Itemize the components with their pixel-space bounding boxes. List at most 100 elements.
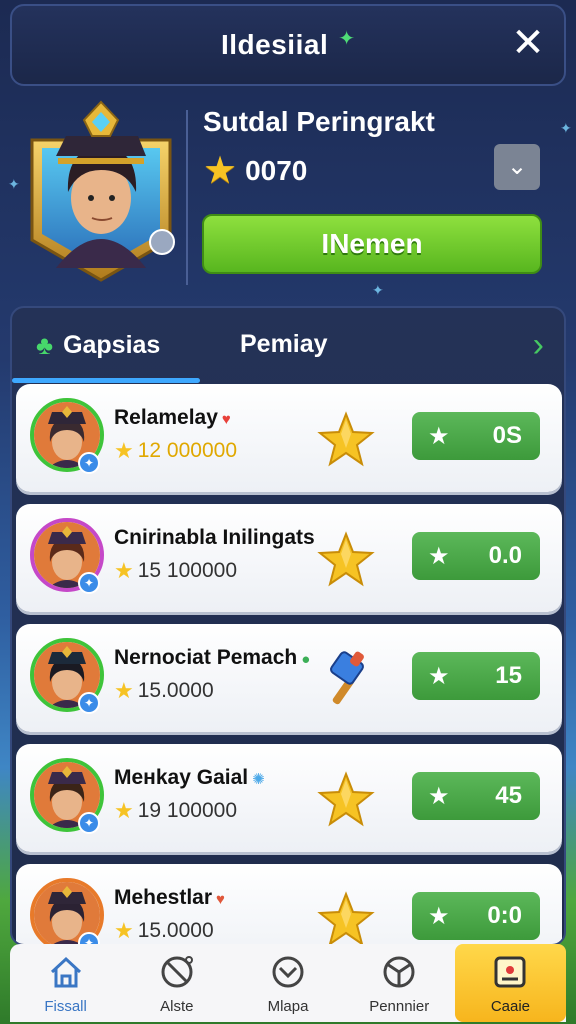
star-icon: ★ [114,798,134,823]
star-icon: ★ [114,558,134,583]
player-row[interactable]: ✦ Cnirinabla Inilingats ★ 15 100000 ★ 0.… [16,504,562,612]
player-name-text: Meнkay Gaial [114,766,249,789]
status-icon: ● [301,651,311,668]
row-action-button[interactable]: ★ 0S [412,412,540,460]
profile-score: ★ 0070 [203,152,307,190]
player-score: ★ 15 100000 [114,558,237,584]
map-icon [232,954,343,994]
row-action-button[interactable]: ★ 45 [412,772,540,820]
player-badge-icon: ✦ [78,452,100,474]
player-score: ★ 15.0000 [114,918,214,944]
nav-item-fissall[interactable]: Fissall [10,944,121,1022]
player-score: ★ 15.0000 [114,678,214,704]
tab-label: Gapsias [63,331,161,359]
player-name-text: Cnirinabla Inilingats [114,526,315,549]
sparkle-icon: ✦ [560,120,572,136]
nav-item-mlapa[interactable]: Mlapa [232,944,343,1022]
gold-star-icon [316,410,376,470]
star-icon: ★ [114,918,134,943]
player-name-text: Relamelay [114,406,218,429]
player-score-value: 12 000000 [137,439,238,462]
nav-item-pennnier[interactable]: Pennnier [344,944,455,1022]
nav-label: Mlapa [267,998,309,1015]
player-name-text: Mehestlar [114,886,213,909]
gold-star-icon [316,890,376,944]
shop-icon [455,954,566,994]
nav-item-caaie[interactable]: Caaie [454,944,567,1022]
tab-gapsias[interactable]: ♣ Gapsias [36,330,160,361]
nav-label: Fissall [44,998,87,1015]
player-name: Mehestlar ♥ [114,886,225,910]
player-row[interactable]: ✦ Mehestlar ♥ ★ 15.0000 ★ 0:0 [16,864,562,944]
player-badge-icon: ✦ [78,812,100,834]
star-icon: ★ [428,422,450,450]
primary-action-button[interactable]: INemen [202,214,542,274]
profile-name: Sutdal Peringrakt [203,106,435,137]
player-score-value: 19 100000 [137,799,238,822]
star-icon: ★ [114,438,134,463]
bottom-navigation: Fissall Alste Mlapa Pennnier Caaie [10,944,567,1022]
player-row[interactable]: ✦ Nernociat Pemach ● ★ 15.0000 ★ 15 [16,624,562,732]
nav-label: Caaie [490,998,531,1015]
status-icon: ♥ [216,891,225,908]
player-row[interactable]: ✦ Relamelay ♥ ★ 12 000000 ★ 0S [16,384,562,492]
row-action-button[interactable]: ★ 0.0 [412,532,540,580]
sparkle-icon: ✦ [8,176,20,192]
page-title: Ildesiial [221,29,329,60]
chevron-down-icon: ⌄ [506,153,528,180]
star-icon: ★ [428,782,450,810]
dropdown-button[interactable]: ⌄ [494,144,540,190]
player-score-value: 15.0000 [137,919,214,942]
status-icon: ♥ [221,411,231,428]
row-action-value: 0:0 [487,902,522,929]
star-icon: ★ [428,542,450,570]
player-name: Cnirinabla Inilingats [114,526,319,550]
close-button[interactable]: ✕ [508,23,548,64]
active-tab-indicator [12,378,200,383]
tab-bar: ♣ Gapsias Pemiay › [12,308,564,384]
home-icon [10,954,121,994]
star-icon: ★ [203,150,238,192]
sparkle-icon: ✦ [372,282,384,298]
player-score-value: 15.0000 [137,679,214,702]
player-name: Nernociat Pemach ● [114,646,310,670]
star-icon: ★ [114,678,134,703]
player-name-text: Nernociat Pemach [114,646,298,669]
row-action-button[interactable]: ★ 15 [412,652,540,700]
row-action-value: 0S [492,422,522,449]
ban-icon [121,954,232,994]
gold-star-icon [316,530,376,590]
gold-star-icon [316,770,376,830]
player-score: ★ 12 000000 [114,438,237,464]
player-name: Relamelay ♥ [114,406,231,430]
hero-portrait-icon [30,100,175,282]
tab-pemiay[interactable]: Pemiay [240,330,328,359]
row-action-value: 15 [495,662,522,689]
player-badge-icon: ✦ [78,692,100,714]
nav-label: Alste [160,998,194,1015]
leaderboard-panel: ♣ Gapsias Pemiay › ✦ Relamelay ♥ ★ 12 000… [10,306,566,946]
nav-label: Pennnier [369,998,430,1015]
green-creature-icon: ♣ [36,330,54,360]
player-score-value: 15 100000 [137,559,238,582]
row-action-button[interactable]: ★ 0:0 [412,892,540,940]
player-name: Meнkay Gaial ✺ [114,766,265,790]
green-gem-icon: ✦ [338,27,355,50]
chevron-right-icon[interactable]: › [533,326,544,365]
score-value: 0070 [245,155,308,186]
row-action-value: 45 [495,782,522,809]
star-icon: ★ [428,902,450,930]
tab-label: Pemiay [240,330,328,358]
player-score: ★ 19 100000 [114,798,237,824]
profile-avatar[interactable] [26,100,176,285]
star-icon: ★ [428,662,450,690]
top-header: Ildesiial ✦ ✕ [10,4,566,86]
profile-divider [186,110,188,285]
player-badge-icon: ✦ [78,572,100,594]
row-action-value: 0.0 [488,542,522,569]
hammer-icon [316,650,376,710]
shield-icon [344,954,455,994]
status-icon: ✺ [252,771,265,788]
player-row[interactable]: ✦ Meнkay Gaial ✺ ★ 19 100000 ★ 45 [16,744,562,852]
nav-item-alste[interactable]: Alste [121,944,232,1022]
